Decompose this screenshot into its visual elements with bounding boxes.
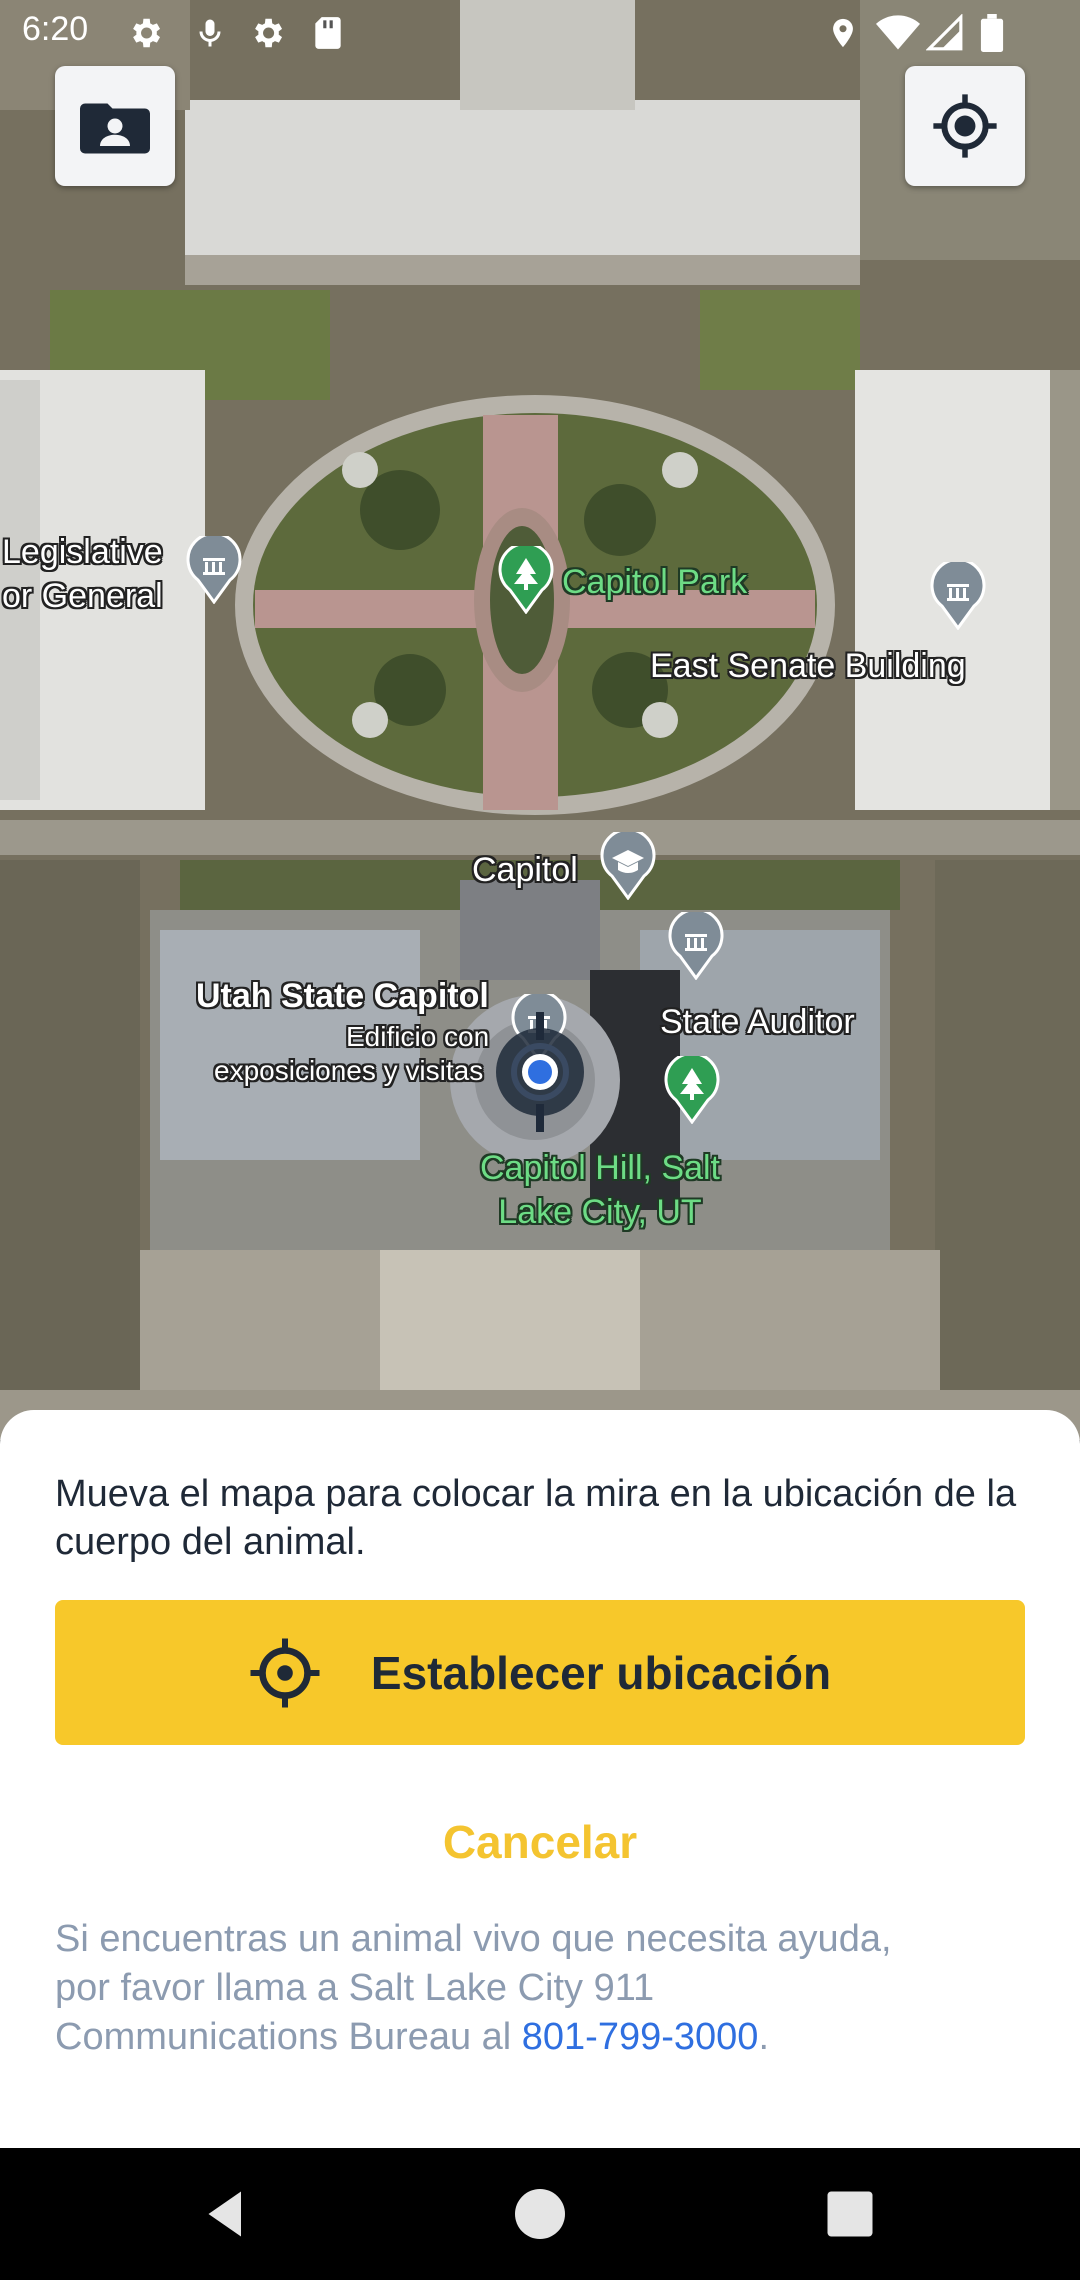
my-location-icon: [933, 94, 997, 158]
instruction-text: Mueva el mapa para colocar la mira en la…: [55, 1473, 1017, 1563]
cancel-button[interactable]: Cancelar: [0, 1815, 1080, 1869]
wifi-icon: [876, 15, 920, 50]
school-pin-icon[interactable]: [600, 832, 656, 900]
gear-icon: [133, 18, 161, 48]
home-icon[interactable]: [510, 2184, 570, 2244]
map-label-legislative: Legislative: [2, 533, 163, 571]
back-icon[interactable]: [196, 2184, 256, 2244]
my-location-button[interactable]: [905, 66, 1025, 186]
set-location-label: Establecer ubicación: [370, 1646, 832, 1699]
museum-pin-icon[interactable]: [930, 562, 986, 630]
map-label-capitol-hill: Capitol Hill, Salt: [480, 1149, 720, 1187]
map-label-edificio: Edificio con: [346, 1021, 490, 1052]
crosshair-icon: [250, 1638, 320, 1707]
contacts-button[interactable]: [55, 66, 175, 186]
museum-pin-icon[interactable]: [186, 536, 242, 604]
help-text: Si encuentras un animal vivo que necesit…: [55, 1915, 915, 2062]
map-label-utah-state-capitol: Utah State Capitol: [196, 977, 489, 1015]
status-bar: 6:20: [0, 0, 1080, 66]
battery-icon: [980, 14, 1004, 52]
map-label-capitol: Capitol: [472, 851, 578, 889]
location-icon: [833, 18, 853, 48]
map-label-legislative-2: or General: [2, 577, 163, 615]
park-pin-icon[interactable]: [498, 546, 554, 614]
map-label-east-senate: East Senate Building: [650, 647, 966, 685]
sd-card-icon: [315, 17, 341, 49]
crosshair-target-icon: [496, 1012, 584, 1132]
set-location-button[interactable]: Establecer ubicación: [55, 1600, 1025, 1745]
bottom-sheet: Mueva el mapa para colocar la mira en la…: [0, 1410, 1080, 2148]
help-text-end: .: [758, 2016, 769, 2058]
contact-folder-icon: [80, 103, 150, 154]
map-label-state-auditor: State Auditor: [660, 1003, 855, 1041]
navigation-bar: [0, 2148, 1080, 2280]
map-label-edificio-2: exposiciones y visitas: [214, 1055, 484, 1086]
mic-icon: [199, 19, 221, 47]
map-view[interactable]: Legislative or General Capitol Park East…: [0, 0, 1080, 1440]
map-label-capitol-hill-2: Lake City, UT: [498, 1193, 702, 1231]
recents-icon[interactable]: [820, 2184, 880, 2244]
park-pin-icon[interactable]: [664, 1056, 720, 1124]
map-label-capitol-park: Capitol Park: [562, 563, 748, 601]
museum-pin-icon[interactable]: [668, 912, 724, 980]
screen: Legislative or General Capitol Park East…: [0, 0, 1080, 2280]
signal-icon: [926, 14, 963, 51]
phone-link[interactable]: 801-799-3000: [522, 2016, 759, 2058]
status-time: 6:20: [22, 10, 89, 48]
settings-icon: [255, 18, 283, 48]
